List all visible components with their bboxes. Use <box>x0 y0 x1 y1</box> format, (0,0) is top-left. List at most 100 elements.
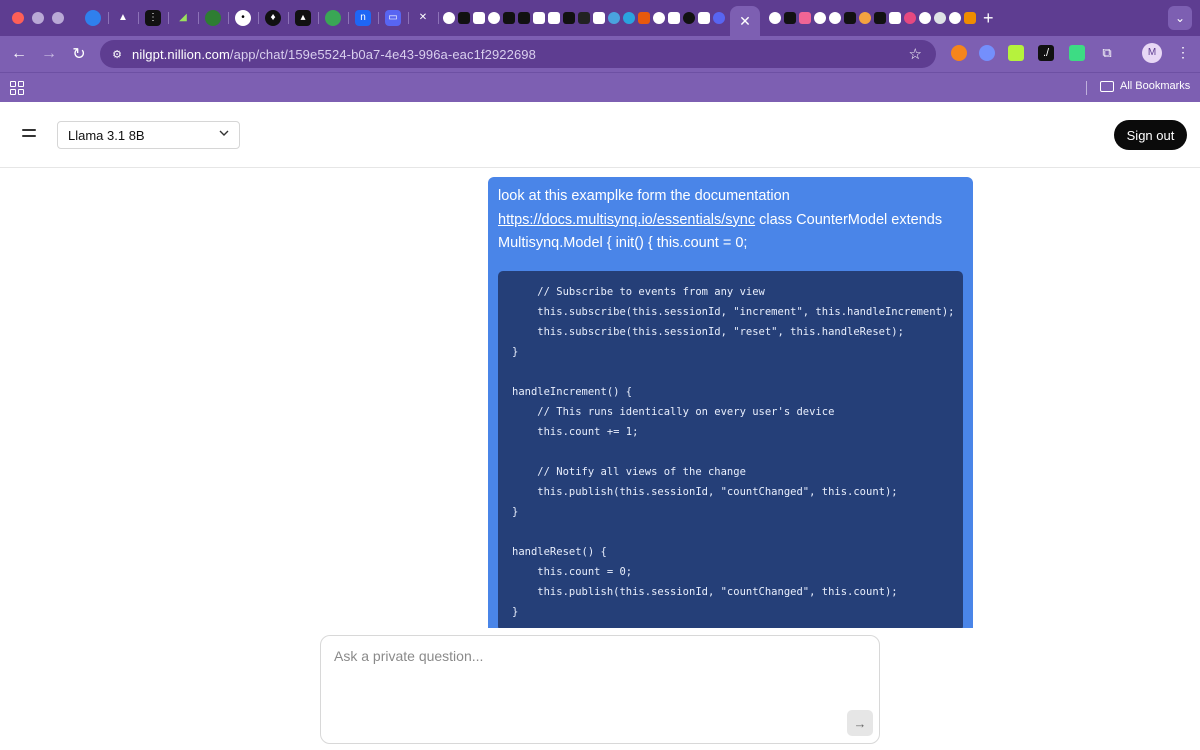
folder-icon <box>1100 80 1114 92</box>
tab-favicon-icon[interactable] <box>563 12 575 24</box>
tab-favicon-icon[interactable] <box>488 12 500 24</box>
tab-favicon-icon[interactable] <box>799 12 811 24</box>
code-line: } <box>512 605 519 618</box>
chevron-down-icon <box>219 130 229 136</box>
tab-favicon-icon[interactable] <box>814 12 826 24</box>
back-button[interactable]: ← <box>4 39 34 69</box>
pinned-tab[interactable]: • <box>228 6 259 30</box>
tab-favicon-icon[interactable] <box>919 12 931 24</box>
pinned-tab[interactable]: ▴ <box>288 6 319 30</box>
model-selector[interactable]: Llama 3.1 8B <box>57 121 240 149</box>
pinned-tab[interactable]: ⋮ <box>138 6 169 30</box>
metamask-extension-icon[interactable] <box>948 42 970 64</box>
pinned-tab[interactable] <box>198 6 229 30</box>
tab-favicon-icon[interactable] <box>668 12 680 24</box>
apps-grid-icon[interactable] <box>10 81 24 95</box>
tab-favicon-icon[interactable] <box>934 12 946 24</box>
tab-favicon-icon[interactable] <box>593 12 605 24</box>
tab-favicon-icon[interactable] <box>829 12 841 24</box>
pinned-tab[interactable]: n <box>348 6 379 30</box>
reload-button[interactable]: ↻ <box>64 39 94 69</box>
address-bar[interactable]: ⚙ nilgpt.nillion.com/app/chat/159e5524-b… <box>100 40 936 68</box>
extension-icon[interactable] <box>976 42 998 64</box>
extension-icon[interactable] <box>1005 42 1027 64</box>
forward-button[interactable]: → <box>34 39 64 69</box>
tab-favicon-icon[interactable] <box>874 12 886 24</box>
new-tab-button[interactable]: + <box>983 8 994 29</box>
tab-favicon-icon[interactable] <box>578 12 590 24</box>
menu-icon[interactable] <box>22 129 36 139</box>
minimize-window-button[interactable] <box>32 12 44 24</box>
tab-search-button[interactable]: ⌄ <box>1168 6 1192 30</box>
tab-favicon-icon: ▴ <box>295 10 311 26</box>
pinned-tab[interactable] <box>318 6 349 30</box>
compact-tabs <box>442 12 726 24</box>
tab-favicon-icon[interactable] <box>889 12 901 24</box>
code-line: this.subscribe(this.sessionId, "reset", … <box>512 325 904 338</box>
documentation-link[interactable]: https://docs.multisynq.io/essentials/syn… <box>498 212 755 228</box>
profile-avatar[interactable]: M <box>1142 43 1162 63</box>
tab-favicon-icon[interactable] <box>608 12 620 24</box>
tab-favicon-icon[interactable] <box>844 12 856 24</box>
extension-icon[interactable] <box>1066 42 1088 64</box>
tab-favicon-icon[interactable] <box>653 12 665 24</box>
tab-favicon-icon[interactable] <box>964 12 976 24</box>
reload-icon: ↻ <box>72 46 86 63</box>
send-button[interactable]: → <box>847 710 873 736</box>
pinned-tab[interactable]: ◢ <box>168 6 199 30</box>
sign-out-button[interactable]: Sign out <box>1114 120 1187 150</box>
message-text: look at this examplke form the documenta… <box>498 185 963 256</box>
tab-favicon-icon[interactable] <box>949 12 961 24</box>
question-input[interactable] <box>334 648 854 708</box>
tab-favicon-icon[interactable] <box>713 12 725 24</box>
tab-favicon-icon[interactable] <box>769 12 781 24</box>
browser-menu-icon[interactable]: ⋮ <box>1176 44 1190 61</box>
all-bookmarks-button[interactable]: All Bookmarks <box>1100 80 1190 92</box>
code-line: this.count = 0; <box>512 565 633 578</box>
window-controls <box>12 12 64 24</box>
tab-favicon-icon[interactable] <box>473 12 485 24</box>
tab-favicon-icon[interactable] <box>503 12 515 24</box>
tab-favicon-icon[interactable] <box>533 12 545 24</box>
pinned-tab[interactable]: ✕ <box>408 6 439 30</box>
arrow-right-icon: → <box>853 715 867 731</box>
site-settings-icon[interactable]: ⚙ <box>106 43 128 65</box>
close-tab-icon[interactable]: ✕ <box>739 13 751 30</box>
check-icon <box>1069 45 1085 61</box>
pinned-tab[interactable] <box>78 6 109 30</box>
tab-favicon-icon[interactable] <box>784 12 796 24</box>
extensions-menu-button[interactable]: ⧉ <box>1096 42 1118 64</box>
tab-favicon-icon[interactable] <box>518 12 530 24</box>
fox-icon <box>951 45 967 61</box>
pinned-tab[interactable]: ♦ <box>258 6 289 30</box>
bookmark-star-icon[interactable]: ☆ <box>909 45 922 63</box>
code-line: this.publish(this.sessionId, "countChang… <box>512 485 898 498</box>
url-text[interactable]: nilgpt.nillion.com/app/chat/159e5524-b0a… <box>132 47 536 62</box>
tab-favicon-icon[interactable] <box>904 12 916 24</box>
url-host: nilgpt.nillion.com <box>132 46 230 62</box>
pinned-tab[interactable]: ▭ <box>378 6 409 30</box>
chat-scroll-area[interactable]: look at this examplke form the documenta… <box>0 168 1200 628</box>
terminal-icon: ./ <box>1038 45 1054 61</box>
tab-favicon-icon[interactable] <box>638 12 650 24</box>
tab-favicon-icon[interactable] <box>683 12 695 24</box>
message-text-before: look at this examplke form the documenta… <box>498 188 790 204</box>
tab-favicon-icon: ▭ <box>385 10 401 26</box>
compact-tabs-right <box>768 12 977 24</box>
tab-favicon-icon: ▲ <box>118 12 128 23</box>
tab-favicon-icon[interactable] <box>548 12 560 24</box>
tab-favicon-icon[interactable] <box>623 12 635 24</box>
pinned-tab[interactable]: ▲ <box>108 6 139 30</box>
extension-icon[interactable]: ./ <box>1035 42 1057 64</box>
maximize-window-button[interactable] <box>52 12 64 24</box>
tab-favicon-icon[interactable] <box>859 12 871 24</box>
tab-favicon-icon <box>325 10 341 26</box>
tab-favicon-icon[interactable] <box>458 12 470 24</box>
tab-favicon-icon: ◢ <box>179 12 187 23</box>
active-tab[interactable]: ✕ <box>730 6 760 36</box>
tab-favicon-icon[interactable] <box>443 12 455 24</box>
tab-favicon-icon[interactable] <box>698 12 710 24</box>
close-window-button[interactable] <box>12 12 24 24</box>
